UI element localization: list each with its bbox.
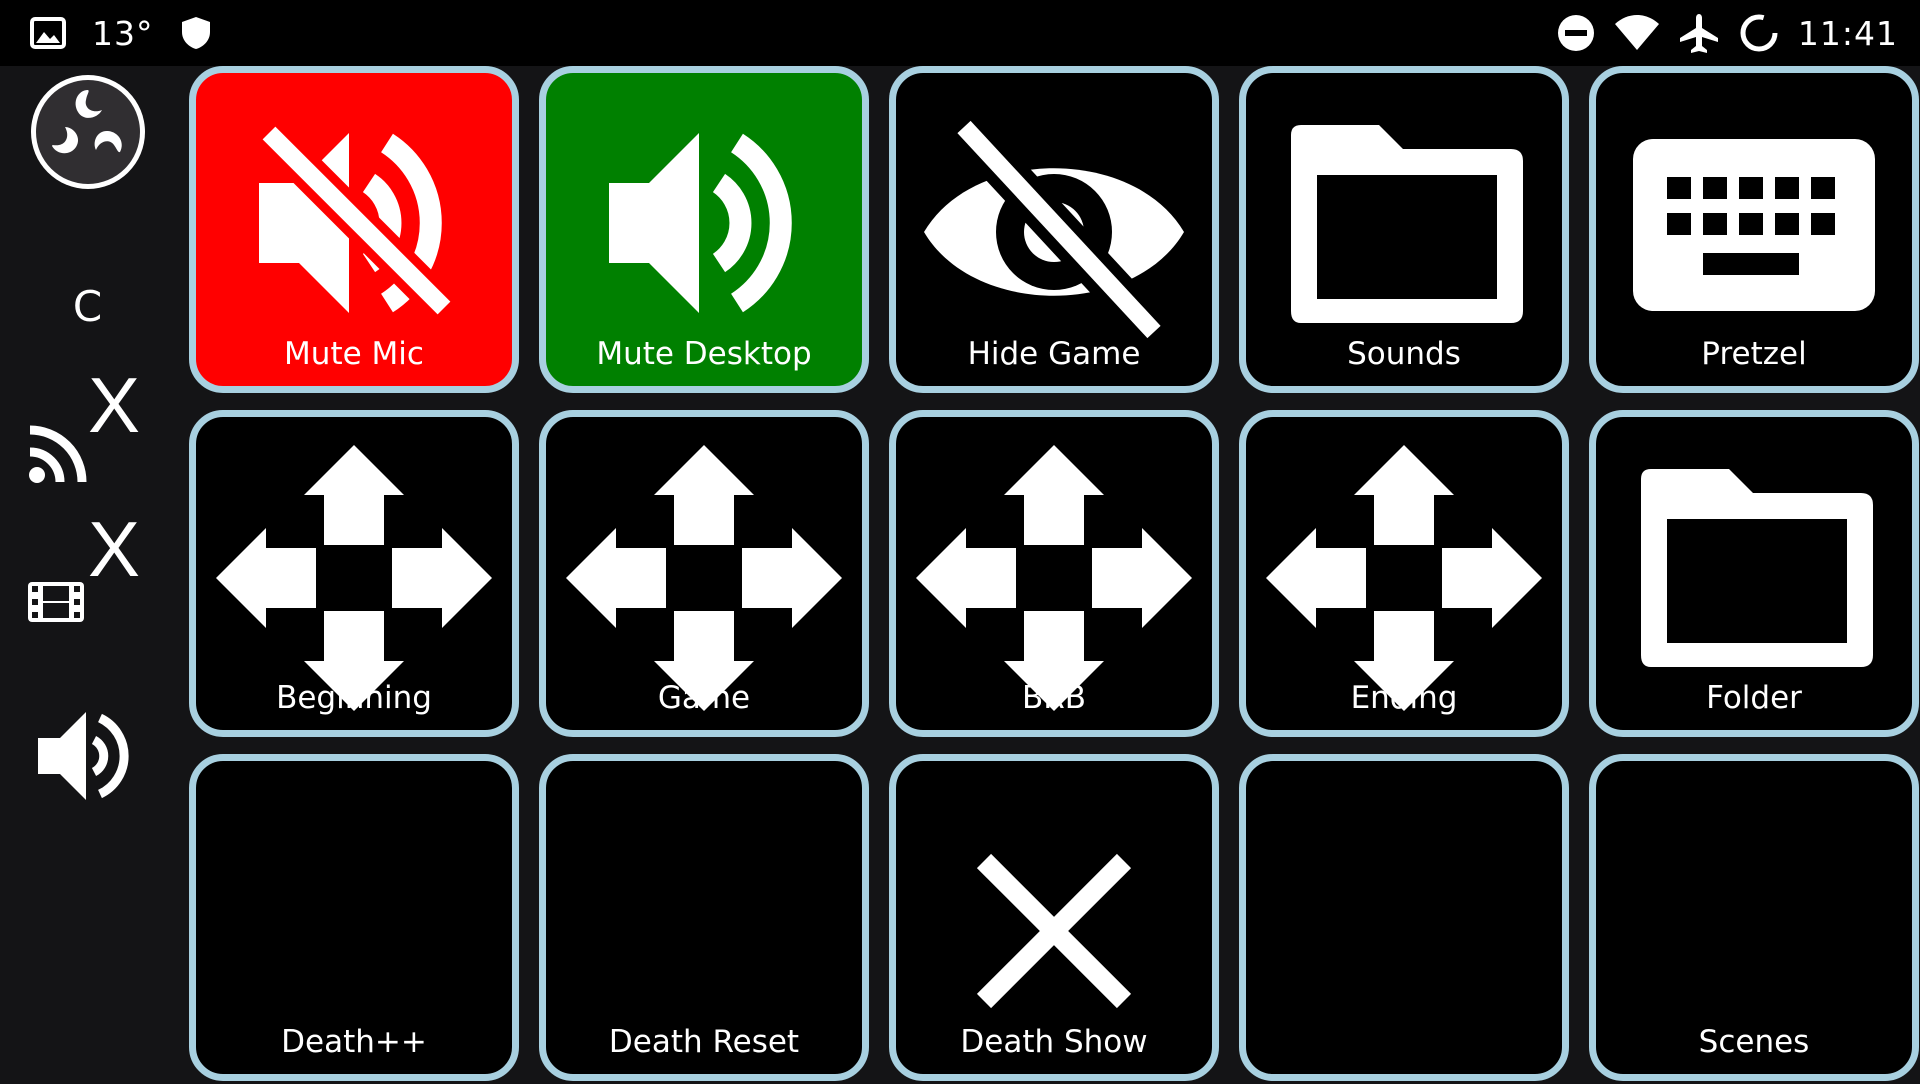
stream-icon	[28, 418, 94, 488]
tile-label: Game	[657, 680, 751, 716]
wifi-icon	[1614, 14, 1660, 52]
tile-folder[interactable]: Folder	[1589, 410, 1919, 737]
tile-empty[interactable]	[1239, 754, 1569, 1081]
current-scene-indicator: C	[72, 282, 103, 331]
tile-label: Folder	[1706, 680, 1802, 716]
do-not-disturb-icon	[1556, 13, 1596, 53]
temperature: 13°	[92, 13, 154, 53]
tile-label: Pretzel	[1701, 336, 1807, 372]
tile-label: Death Show	[960, 1024, 1148, 1060]
tile-game[interactable]: Game	[539, 410, 869, 737]
record-status: X	[88, 505, 141, 593]
tile-death-reset[interactable]: Death Reset	[539, 754, 869, 1081]
tile-scenes[interactable]: Scenes	[1589, 754, 1919, 1081]
airplane-mode-icon	[1678, 12, 1720, 54]
tile-death-increment[interactable]: Death++	[189, 754, 519, 1081]
sidebar: C X X	[0, 66, 175, 1080]
tile-hide-game[interactable]: Hide Game	[889, 66, 1219, 393]
tile-label: BRB	[1021, 680, 1087, 716]
tile-label: Mute Mic	[284, 336, 424, 372]
tile-pretzel[interactable]: Pretzel	[1589, 66, 1919, 393]
volume-icon[interactable]	[36, 706, 140, 810]
tile-label: Hide Game	[967, 336, 1141, 372]
record-icon	[28, 582, 84, 626]
tile-brb[interactable]: BRB	[889, 410, 1219, 737]
clock: 11:41	[1797, 13, 1898, 53]
tile-label: Death Reset	[608, 1024, 800, 1060]
tile-label: Ending	[1350, 680, 1458, 716]
tile-label: Death++	[281, 1024, 427, 1060]
shield-icon	[180, 15, 212, 51]
status-bar: 13° 11:41	[0, 0, 1920, 66]
sync-icon	[1738, 12, 1780, 54]
tile-sounds[interactable]: Sounds	[1239, 66, 1569, 393]
tile-label: Sounds	[1347, 336, 1461, 372]
button-grid: Mute Mic Mute Desktop Hide Game Sounds P…	[189, 66, 1919, 1084]
tile-beginning[interactable]: Beginning	[189, 410, 519, 737]
obs-logo-icon[interactable]	[28, 72, 148, 196]
tile-mute-desktop[interactable]: Mute Desktop	[539, 66, 869, 393]
tile-death-show[interactable]: Death Show	[889, 754, 1219, 1081]
stream-status: X	[88, 361, 141, 449]
tile-label: Beginning	[276, 680, 432, 716]
tile-label: Mute Desktop	[596, 336, 812, 372]
image-icon	[30, 17, 66, 49]
tile-ending[interactable]: Ending	[1239, 410, 1569, 737]
tile-mute-mic[interactable]: Mute Mic	[189, 66, 519, 393]
tile-label: Scenes	[1698, 1024, 1810, 1060]
